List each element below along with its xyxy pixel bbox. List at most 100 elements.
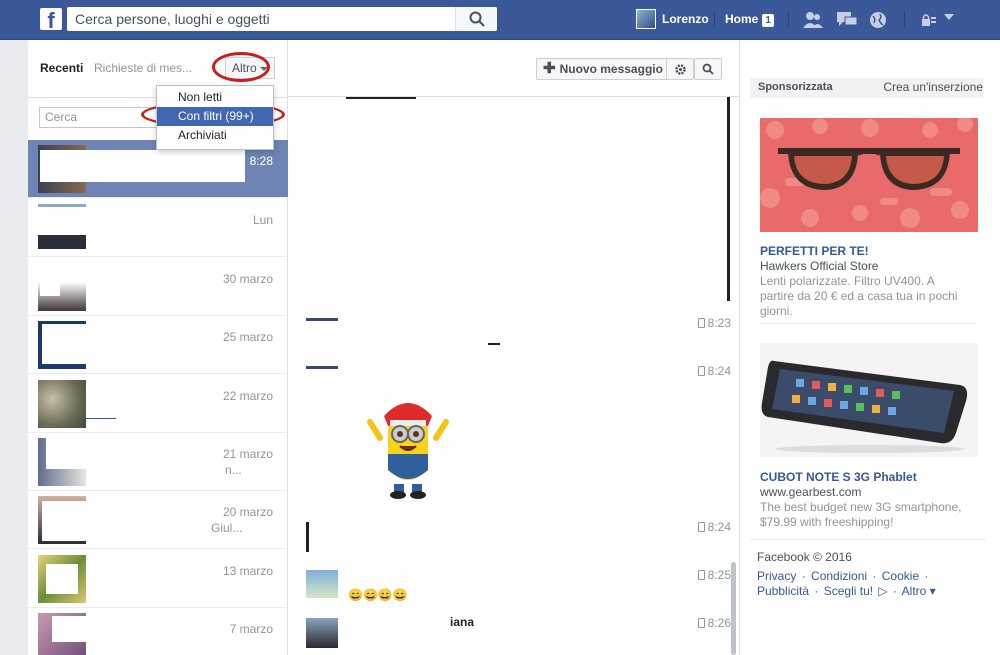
search-button[interactable] [455,7,497,31]
redaction [42,501,86,541]
mobile-icon [698,570,705,580]
conversation-time: 22 marzo [222,389,273,403]
menu-item-unread[interactable]: Non letti [157,88,273,107]
divider [714,11,715,27]
conversation-item[interactable]: 25 marzo [28,316,288,374]
avatar [306,318,338,321]
create-ad-link[interactable]: Crea un'inserzione [883,80,983,94]
footer-link-adchoices[interactable]: Scegli tu! [824,584,873,598]
divider [760,323,976,324]
message-time: 8:24 [707,364,731,378]
home-link[interactable]: Home 1 [725,12,774,27]
copyright: Facebook © 2016 [757,550,852,564]
conversation-snippet: Giul... [211,521,243,535]
separator: · [893,584,897,598]
conversation-search-input[interactable]: Cerca [39,107,157,128]
conversation-item[interactable]: 13 marzo [28,550,288,608]
tab-recent[interactable]: Recenti [40,61,83,75]
divider [750,539,986,540]
mobile-icon [698,618,705,628]
gear-icon [675,64,686,75]
message-thread-panel: ✚ Nuovo messaggio 8:23 8:24 8:24 8:25 😄😄… [288,40,739,655]
messages-icon[interactable] [836,10,858,30]
menu-item-filtered[interactable]: Con filtri (99+) [157,107,273,126]
avatar [306,366,338,369]
mobile-icon [698,366,705,376]
tab-message-requests[interactable]: Richieste di mes... [94,61,192,75]
right-sidebar: Sponsorizzata Crea un'inserzione PERFETT… [739,40,1000,655]
conversation-time: 13 marzo [222,564,273,578]
footer-link-more[interactable]: Altro ▾ [902,584,936,598]
redaction [40,262,60,296]
search-conversation-button[interactable] [694,58,722,80]
conversation-item[interactable]: 20 marzo Giul... [28,491,288,549]
minion-sticker[interactable] [366,394,450,500]
redaction [42,324,86,364]
privacy-lock-icon[interactable] [921,13,937,27]
friend-requests-icon[interactable] [802,10,824,30]
redaction [46,437,86,469]
conversation-time: 7 marzo [229,622,273,636]
ad-source[interactable]: www.gearbest.com [760,485,861,499]
emoji-message: 😄😄😄😄 [348,588,408,602]
settings-button[interactable] [666,58,694,80]
mobile-icon [698,318,705,328]
conversation-time: 20 marzo [222,505,273,519]
avatar [38,235,86,249]
search-input[interactable] [67,7,457,31]
thread-scrollbar[interactable] [731,562,736,655]
notifications-globe-icon[interactable] [867,10,889,30]
message-time: 8:23 [707,316,731,330]
menu-item-archived[interactable]: Archiviati [157,126,273,145]
message-time: 8:24 [707,520,731,534]
conversation-time: 25 marzo [222,330,273,344]
ad-sunglasses-image[interactable] [760,118,978,232]
ad-title[interactable]: PERFETTI PER TE! [760,244,869,258]
separator: · [801,569,806,583]
footer-link-advertising[interactable]: Pubblicità [757,584,809,598]
new-message-label: Nuovo messaggio [559,62,663,76]
sponsored-title: Sponsorizzata [758,81,833,93]
ad-smartphone-image[interactable] [760,343,978,457]
conversation-time: Lun [252,213,273,227]
message-time: 8:26 [707,616,731,630]
home-count-badge: 1 [762,14,774,27]
new-message-button[interactable]: ✚ Nuovo messaggio [536,58,670,80]
ad-description: The best budget new 3G smartphone, $79.9… [760,500,962,529]
search-icon [469,11,485,27]
account-menu-chevron-icon[interactable] [944,14,954,20]
more-label: Altro [232,61,257,75]
more-dropdown-menu: Non letti Con filtri (99+) Archiviati [156,85,274,150]
conversation-item[interactable]: Lun [28,199,288,257]
footer-link-cookie[interactable]: Cookie [882,569,919,583]
plus-icon: ✚ [543,60,556,77]
conversation-item[interactable]: 21 marzo n... [28,433,288,491]
shared-photo[interactable] [346,97,730,301]
more-dropdown-button[interactable]: Altro [225,57,275,79]
redaction [86,405,116,419]
conversation-item[interactable]: 30 marzo [28,258,288,316]
separator: · [872,569,877,583]
redaction [52,616,202,642]
avatar [636,9,656,29]
message-row: 8:26 [306,616,731,648]
footer-link-terms[interactable]: Condizioni [811,569,867,583]
conversation-time: 30 marzo [222,272,273,286]
conversation-item[interactable]: 7 marzo [28,608,288,655]
user-name: Lorenzo [662,12,709,26]
separator: · [814,584,819,598]
ad-source[interactable]: Hawkers Official Store [760,259,878,273]
chevron-down-icon [259,66,268,71]
conversation-item[interactable]: 22 marzo [28,375,288,433]
mobile-icon [698,522,705,532]
facebook-logo[interactable]: f [40,8,62,30]
redaction [40,150,245,182]
adchoices-icon: ▷ [878,584,888,598]
divider [904,11,905,27]
message-row: 8:24 [306,364,731,388]
search-box[interactable] [67,7,497,31]
divider [788,11,789,27]
ad-title[interactable]: CUBOT NOTE S 3G Phablet [760,470,917,484]
profile-link[interactable]: Lorenzo [636,9,709,29]
footer-link-privacy[interactable]: Privacy [757,569,796,583]
